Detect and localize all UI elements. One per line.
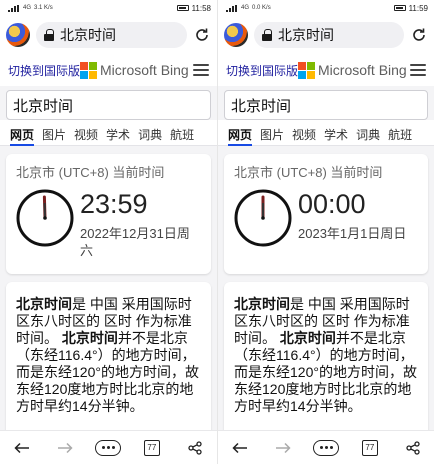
back-arrow-icon[interactable] [227,436,253,460]
info-card: 北京时间是 中国 采用国际时区东八时区的 区时 作为标准时间。 北京时间并不是北… [224,282,428,452]
back-arrow-icon[interactable] [9,436,35,460]
current-date: 2023年1月1日周日 [298,226,407,241]
search-tabs: 网页 图片 视频 学术 词典 航班 [218,120,434,146]
tabs-icon[interactable]: 77 [357,436,383,460]
bing-header: 切换到国际版 Microsoft Bing [0,54,217,86]
forward-arrow-icon[interactable] [52,436,78,460]
bing-header: 切换到国际版 Microsoft Bing [218,54,434,86]
reload-icon[interactable] [410,26,428,44]
tab-web[interactable]: 网页 [10,126,35,146]
share-icon[interactable] [400,436,426,460]
timezone-label: 北京市 (UTC+8) 当前时间 [16,165,165,180]
switch-international-link[interactable]: 切换到国际版 [226,62,298,79]
status-bar: 4G 0.0 K/s 11:59 [218,0,434,16]
bing-brand[interactable]: Microsoft Bing [100,62,189,78]
more-icon[interactable] [313,436,340,460]
tab-web[interactable]: 网页 [228,126,253,146]
info-paragraph: 北京时间是 中国 采用国际时区东八时区的 区时 作为标准时间。 北京时间并不是北… [16,296,201,415]
reload-icon[interactable] [193,26,211,44]
menu-icon[interactable] [410,64,426,76]
status-time: 11:58 [191,3,211,13]
address-text: 北京时间 [60,27,116,43]
info-card: 北京时间是 中国 采用国际时区东八时区的 区时 作为标准时间。 北京时间并不是北… [6,282,211,452]
tab-dictionary[interactable]: 词典 [138,126,162,146]
microsoft-logo-icon [80,61,98,79]
tab-dictionary[interactable]: 词典 [356,126,380,146]
status-bar: 4G 3.1 K/s 11:58 [0,0,217,16]
analog-clock-icon [234,189,292,247]
info-bold-title: 北京时间 [16,296,72,312]
signal-icon [226,4,238,12]
microsoft-logo-icon [298,61,316,79]
tab-videos[interactable]: 视频 [74,126,98,146]
tab-count: 77 [143,439,160,456]
address-bar[interactable]: 北京时间 [36,22,187,48]
tab-videos[interactable]: 视频 [292,126,316,146]
tab-academic[interactable]: 学术 [324,126,348,146]
analog-clock-icon [16,189,74,247]
info-bold-title-2: 北京时间 [279,330,336,346]
info-paragraph: 北京时间是 中国 采用国际时区东八时区的 区时 作为标准时间。 北京时间并不是北… [234,296,418,415]
browser-toolbar: 北京时间 [0,16,217,54]
time-card: 北京市 (UTC+8) 当前时间 00:00 2023年1月1日周日 [224,154,428,274]
search-box [6,90,212,120]
bottom-navigation: 77 [0,430,217,464]
status-time: 11:59 [408,3,428,13]
timezone-label: 北京市 (UTC+8) 当前时间 [234,165,383,180]
search-input[interactable] [13,96,212,114]
tab-flights[interactable]: 航班 [170,126,194,146]
menu-icon[interactable] [193,64,209,76]
more-icon[interactable] [95,436,122,460]
info-bold-title-2: 北京时间 [61,330,118,346]
current-time: 23:59 [80,189,148,219]
avatar[interactable] [224,23,248,47]
switch-international-link[interactable]: 切换到国际版 [8,62,80,79]
search-tabs: 网页 图片 视频 学术 词典 航班 [0,120,217,146]
avatar[interactable] [6,23,30,47]
screenshot-pane-right: 4G 0.0 K/s 11:59 北京时间 切换到国际版 Microsoft B… [217,0,434,464]
tab-images[interactable]: 图片 [260,126,284,146]
tab-images[interactable]: 图片 [42,126,66,146]
address-bar[interactable]: 北京时间 [254,22,404,48]
lock-icon [44,29,54,41]
bing-brand[interactable]: Microsoft Bing [318,62,407,78]
browser-toolbar: 北京时间 [218,16,434,54]
time-card: 北京市 (UTC+8) 当前时间 23:59 2022年12月31日周六 [6,154,211,274]
share-icon[interactable] [182,436,208,460]
network-type: 4G [23,5,32,11]
current-time: 00:00 [298,189,366,219]
screenshot-pane-left: 4G 3.1 K/s 11:58 北京时间 切换到国际版 Microsoft B… [0,0,217,464]
current-date: 2022年12月31日周六 [80,226,190,258]
info-bold-title: 北京时间 [234,296,290,312]
search-input[interactable] [231,96,430,114]
bottom-navigation: 77 [218,430,434,464]
search-box [224,90,430,120]
network-speed: 3.1 K/s [34,5,53,11]
tab-count: 77 [361,439,378,456]
signal-icon [8,4,20,12]
forward-arrow-icon[interactable] [270,436,296,460]
tab-academic[interactable]: 学术 [106,126,130,146]
battery-icon [393,5,406,11]
battery-icon [176,5,189,11]
network-speed: 0.0 K/s [252,5,271,11]
tab-flights[interactable]: 航班 [388,126,412,146]
network-type: 4G [241,5,250,11]
tabs-icon[interactable]: 77 [139,436,165,460]
lock-icon [262,29,272,41]
address-text: 北京时间 [278,27,334,43]
